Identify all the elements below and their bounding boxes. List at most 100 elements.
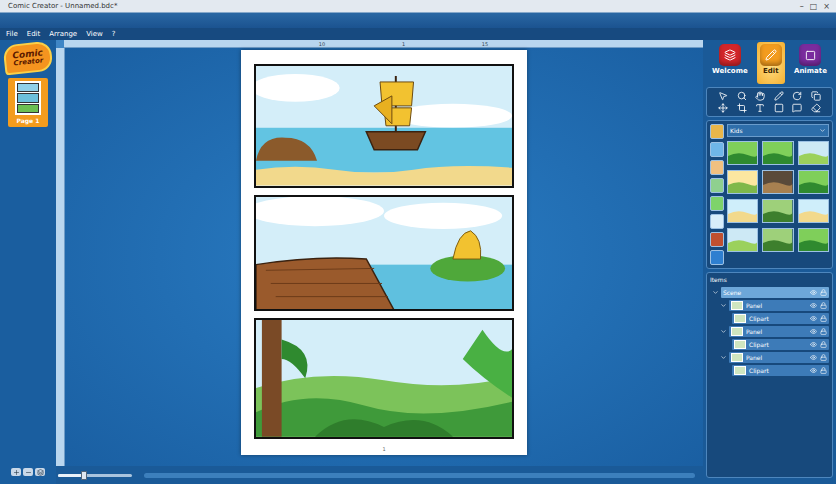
clipart-thumbnail[interactable] — [762, 141, 793, 165]
tab-label: Edit — [763, 67, 779, 75]
clipart-library: Kids — [706, 120, 833, 269]
eye-icon[interactable] — [810, 341, 817, 348]
layers-icon[interactable] — [35, 468, 45, 476]
tree-label: Panel — [746, 354, 807, 361]
mode-tab[interactable]: Animate — [791, 42, 830, 84]
items-panel: ItemsScenePanelClipartPanelClipartPanelC… — [706, 272, 833, 478]
lock-icon[interactable] — [820, 315, 827, 322]
eye-icon[interactable] — [810, 289, 817, 296]
tool-icon[interactable] — [774, 91, 784, 101]
expand-arrow-icon[interactable] — [720, 328, 727, 335]
clipart-thumbnail[interactable] — [762, 228, 793, 252]
clipart-thumbnail[interactable] — [762, 199, 793, 223]
tool-icon[interactable] — [811, 103, 821, 113]
item-thumbnail — [734, 314, 746, 323]
menu-item[interactable]: Arrange — [49, 28, 77, 40]
tree-label: Scene — [723, 289, 807, 296]
clipart-thumbnail[interactable] — [727, 170, 758, 194]
tree-row[interactable]: Panel — [710, 325, 829, 337]
tree-label: Clipart — [749, 341, 807, 348]
eye-icon[interactable] — [810, 367, 817, 374]
add-page-icon[interactable] — [11, 468, 21, 476]
category-dropdown[interactable]: Kids — [727, 124, 829, 137]
mode-tab[interactable]: Edit — [757, 42, 785, 84]
clipart-thumbnail[interactable] — [727, 141, 758, 165]
eye-icon[interactable] — [810, 302, 817, 309]
lock-icon[interactable] — [820, 341, 827, 348]
comic-panel[interactable] — [254, 64, 514, 188]
window-title: Comic Creator - Unnamed.bdc* — [8, 1, 117, 12]
clipart-thumbnail[interactable] — [762, 170, 793, 194]
lock-icon[interactable] — [820, 328, 827, 335]
comic-panel[interactable] — [254, 195, 514, 312]
horizontal-scrollbar[interactable] — [144, 473, 695, 478]
tool-icon[interactable] — [737, 91, 747, 101]
tab-label: Animate — [794, 67, 827, 75]
category-icon[interactable] — [710, 250, 724, 265]
main-area: ComicCreatorPage 1 10115 1 Welcome Edit Anima… — [0, 40, 836, 484]
tool-icon[interactable] — [755, 91, 765, 101]
tool-icon[interactable] — [718, 91, 728, 101]
eye-icon[interactable] — [810, 315, 817, 322]
mode-tab[interactable]: Welcome — [709, 42, 751, 84]
tree-row[interactable]: Scene — [710, 286, 829, 298]
eye-icon[interactable] — [810, 354, 817, 361]
menu-item[interactable]: View — [86, 28, 103, 40]
menu-item[interactable]: ? — [112, 28, 116, 40]
eye-icon[interactable] — [810, 328, 817, 335]
tree-row[interactable]: Clipart — [710, 312, 829, 324]
window-control[interactable]: □ — [810, 1, 818, 12]
comic-panel[interactable] — [254, 318, 514, 439]
tree-row[interactable]: Panel — [710, 351, 829, 363]
item-thumbnail — [731, 301, 743, 310]
category-icon[interactable] — [710, 160, 724, 175]
expand-arrow-icon[interactable] — [720, 302, 727, 309]
tool-icon[interactable] — [737, 103, 747, 113]
category-icon[interactable] — [710, 124, 724, 139]
clipart-thumbnail[interactable] — [727, 199, 758, 223]
comic-page[interactable]: 1 — [241, 50, 527, 455]
menu-item[interactable]: Edit — [27, 28, 41, 40]
remove-page-icon[interactable] — [23, 468, 33, 476]
zoom-thumb[interactable] — [81, 471, 87, 480]
right-panel: WelcomeEditAnimateKidsItemsScenePanelCli… — [703, 40, 836, 484]
lock-icon[interactable] — [820, 289, 827, 296]
category-icon[interactable] — [710, 232, 724, 247]
category-icon[interactable] — [710, 142, 724, 157]
expand-arrow-icon[interactable] — [712, 289, 719, 296]
category-icon[interactable] — [710, 178, 724, 193]
top-ruler: 10115 — [64, 40, 703, 48]
lock-icon[interactable] — [820, 354, 827, 361]
tree-row[interactable]: Clipart — [710, 364, 829, 376]
lock-icon[interactable] — [820, 367, 827, 374]
clipart-thumbnail[interactable] — [798, 170, 829, 194]
ruler-number: 15 — [482, 40, 488, 47]
scene-thumbnail-icon — [799, 171, 828, 193]
mini-panel — [17, 104, 39, 113]
tool-icon[interactable] — [792, 91, 802, 101]
category-icon[interactable] — [710, 214, 724, 229]
tool-icon[interactable] — [811, 91, 821, 101]
window-control[interactable]: × — [823, 1, 830, 12]
page-buttons — [11, 468, 45, 484]
pages-sidebar: ComicCreatorPage 1 — [0, 40, 56, 484]
tool-icon[interactable] — [774, 103, 784, 113]
tree-row[interactable]: Clipart — [710, 338, 829, 350]
tool-icon[interactable] — [792, 103, 802, 113]
expand-arrow-icon[interactable] — [720, 354, 727, 361]
zoom-slider[interactable] — [58, 474, 132, 477]
lock-icon[interactable] — [820, 302, 827, 309]
tree-row[interactable]: Panel — [710, 299, 829, 311]
clipart-thumbnail[interactable] — [798, 199, 829, 223]
window-control[interactable]: – — [800, 1, 804, 12]
tool-icon[interactable] — [755, 103, 765, 113]
tool-icon[interactable] — [718, 103, 728, 113]
menu-item[interactable]: File — [6, 28, 18, 40]
clipart-thumbnail[interactable] — [798, 141, 829, 165]
page-thumbnail[interactable]: Page 1 — [8, 78, 48, 127]
item-thumbnail — [734, 366, 746, 375]
ruler-corner — [56, 40, 64, 48]
clipart-thumbnail[interactable] — [727, 228, 758, 252]
clipart-thumbnail[interactable] — [798, 228, 829, 252]
category-icon[interactable] — [710, 196, 724, 211]
